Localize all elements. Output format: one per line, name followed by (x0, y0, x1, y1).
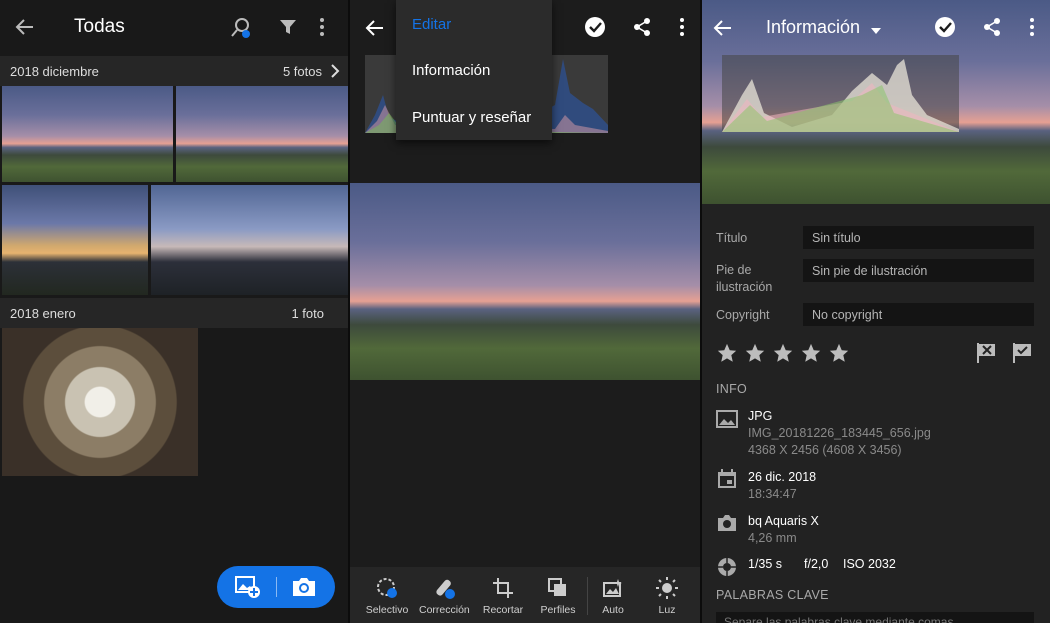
check-circle-icon[interactable] (934, 16, 956, 38)
pick-flag-icon[interactable] (1012, 342, 1034, 364)
auto-icon (602, 577, 624, 604)
photo-thumbnail[interactable] (2, 185, 148, 295)
reject-flag-icon[interactable] (976, 342, 998, 364)
aperture-icon (717, 557, 737, 577)
title-field[interactable]: Sin título (803, 226, 1034, 249)
share-icon[interactable] (632, 17, 652, 37)
edit-toolbar: Selectivo Corrección Recortar Perfiles A… (350, 567, 700, 623)
capture-date: 26 dic. 2018 (748, 470, 817, 484)
caption-field[interactable]: Sin pie de ilustración (803, 259, 1034, 282)
photo-thumbnail[interactable] (2, 86, 173, 182)
star-icon[interactable] (800, 342, 822, 369)
field-label-pie: Pie de ilustración (716, 263, 773, 294)
section-header-january[interactable]: 2018 enero 1 foto (0, 298, 348, 328)
histogram (722, 55, 959, 132)
shutter-speed: 1/35 s (748, 557, 783, 571)
edit-photo-preview[interactable] (350, 183, 700, 380)
page-title: Todas (74, 16, 125, 37)
more-vertical-icon[interactable] (1026, 17, 1038, 37)
chevron-right-icon[interactable] (330, 63, 340, 82)
share-icon[interactable] (982, 17, 1002, 37)
section-date: 2018 diciembre (10, 64, 99, 79)
back-arrow-icon[interactable] (14, 16, 36, 38)
star-icon[interactable] (744, 342, 766, 369)
file-name: IMG_20181226_183445_656.jpg (748, 426, 931, 440)
people-search-icon[interactable] (229, 16, 253, 40)
add-photo-icon[interactable] (235, 575, 261, 599)
tool-auto[interactable]: Auto (588, 567, 638, 623)
section-count: 1 foto (291, 306, 324, 321)
menu-item-editar[interactable]: Editar (412, 16, 451, 33)
copyright-field[interactable]: No copyright (803, 303, 1034, 326)
star-icon[interactable] (772, 342, 794, 369)
photo-thumbnail[interactable] (151, 185, 348, 295)
tool-luz[interactable]: Luz (642, 567, 692, 623)
section-date: 2018 enero (10, 306, 76, 321)
menu-item-puntuar[interactable]: Puntuar y reseñar (412, 109, 531, 126)
fab-divider (276, 577, 277, 597)
info-title: Información (766, 17, 861, 37)
tool-recortar[interactable]: Recortar (478, 567, 528, 623)
photo-thumbnail[interactable] (176, 86, 348, 182)
camera-model: bq Aquaris X (748, 514, 819, 528)
tool-correccion[interactable]: Corrección (419, 567, 470, 623)
keywords-header: PALABRAS CLAVE (716, 588, 829, 602)
library-top-bar: Todas (0, 0, 348, 55)
editor-panel: Editar Información Puntuar y reseñar Sel… (350, 0, 700, 623)
info-header: INFO (716, 382, 748, 396)
camera-icon[interactable] (291, 576, 317, 598)
tool-perfiles[interactable]: Perfiles (533, 567, 583, 623)
aperture-value: f/2,0 (804, 557, 829, 571)
crop-icon (492, 577, 514, 604)
file-dimensions: 4368 X 2456 (4608 X 3456) (748, 443, 902, 457)
add-photos-fab[interactable] (217, 566, 335, 608)
back-arrow-icon[interactable] (712, 17, 734, 39)
overflow-menu: Editar Información Puntuar y reseñar (396, 0, 552, 140)
back-arrow-icon[interactable] (364, 17, 386, 39)
check-circle-icon[interactable] (584, 16, 606, 38)
field-label-copyright: Copyright (716, 308, 770, 322)
filter-icon[interactable] (278, 17, 298, 37)
iso-value: ISO 2032 (843, 557, 896, 571)
library-panel: Todas 2018 diciembre 5 fotos 2018 enero … (0, 0, 348, 623)
chevron-down-icon (871, 18, 882, 39)
calendar-icon (717, 469, 737, 489)
camera-icon (717, 514, 737, 532)
profiles-icon (547, 577, 569, 604)
info-panel: Información Título Sin título Pie de ilu… (702, 0, 1050, 623)
focal-length: 4,26 mm (748, 531, 797, 545)
more-vertical-icon[interactable] (316, 17, 328, 37)
field-label-titulo: Título (716, 231, 748, 245)
image-icon (716, 410, 738, 428)
photo-thumbnail[interactable] (2, 328, 198, 476)
star-icon[interactable] (828, 342, 850, 369)
healing-brush-icon (433, 577, 455, 604)
menu-item-informacion[interactable]: Información (412, 62, 490, 79)
star-icon[interactable] (716, 342, 738, 369)
file-type: JPG (748, 409, 773, 423)
keywords-input[interactable]: Separe las palabras clave mediante comas (716, 612, 1034, 623)
section-header-december[interactable]: 2018 diciembre 5 fotos (0, 56, 348, 86)
light-icon (656, 577, 678, 604)
capture-time: 18:34:47 (748, 487, 797, 501)
tool-selectivo[interactable]: Selectivo (362, 567, 412, 623)
more-vertical-icon[interactable] (676, 17, 688, 37)
info-title-dropdown[interactable]: Información (766, 17, 882, 39)
selective-icon (376, 577, 398, 604)
section-count: 5 fotos (282, 64, 322, 79)
